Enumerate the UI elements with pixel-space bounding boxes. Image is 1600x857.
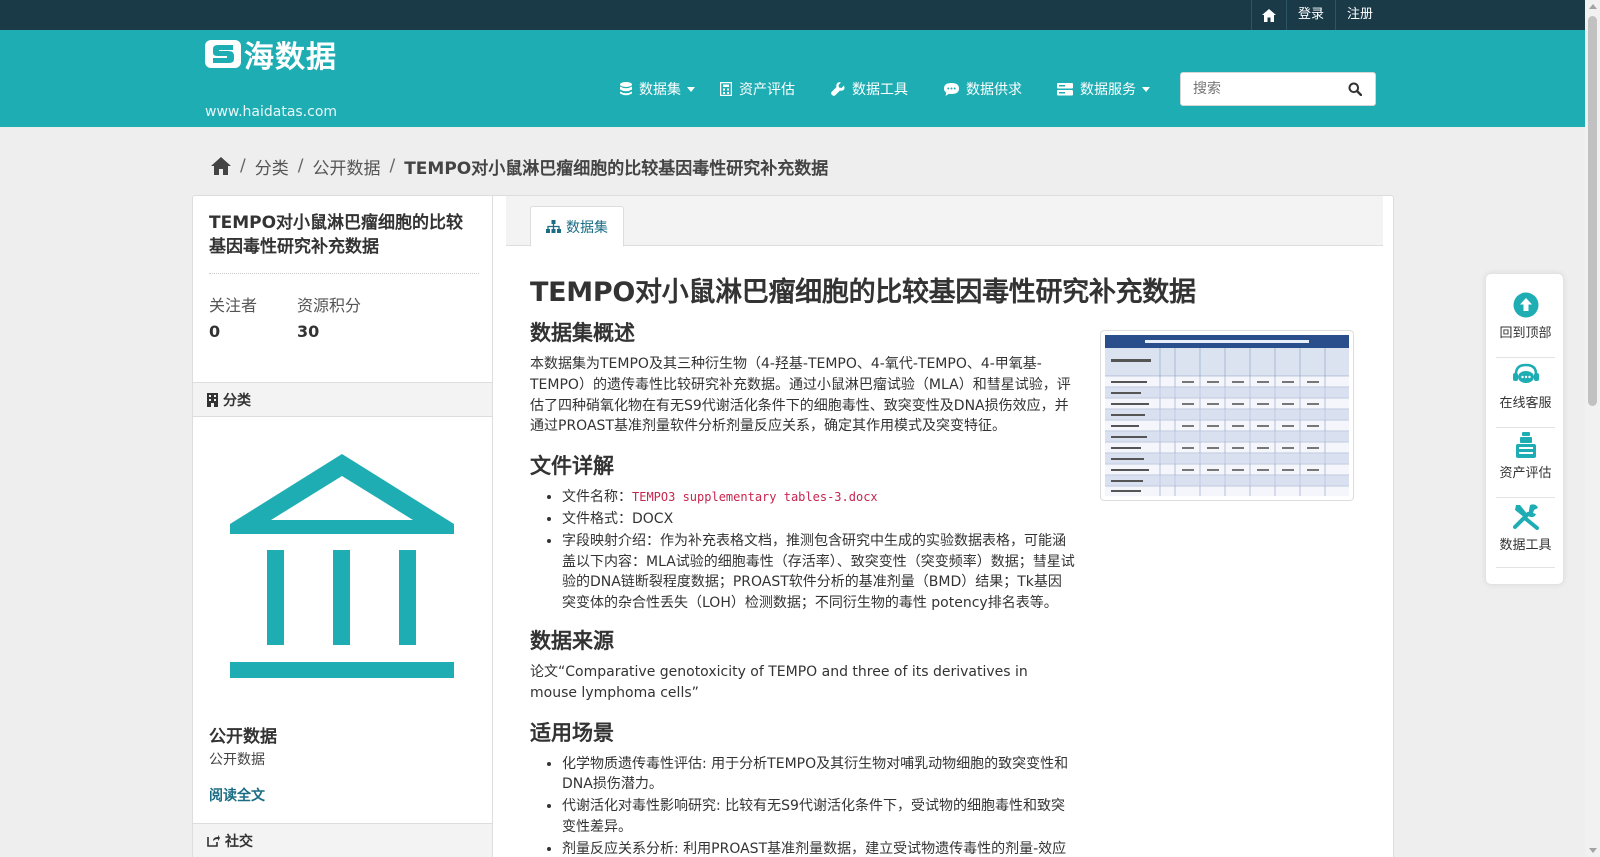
scroll-down-icon[interactable] [1589, 848, 1597, 853]
logo-mark-icon [205, 40, 241, 68]
floating-toolbar: 回到顶部 在线客服 资产评估 数据工具 [1485, 273, 1564, 585]
account-links: 登录 注册 [1251, 0, 1384, 30]
nav-asset-evaluation-label: 资产评估 [739, 82, 795, 98]
account-home-link[interactable] [1251, 0, 1286, 30]
breadcrumb-public-data[interactable]: 公开数据 [312, 154, 380, 179]
nav-data-services[interactable]: 数据服务 [1057, 73, 1150, 105]
search-icon [1348, 82, 1362, 96]
followers-label: 关注者 [209, 296, 258, 315]
comment-icon [944, 82, 959, 96]
read-more-link[interactable]: 阅读全文 [209, 785, 265, 805]
breadcrumb: / 分类 / 公开数据 / TEMPO对小鼠淋巴瘤细胞的比较基因毒性研究补充数据 [211, 152, 828, 180]
home-icon [1262, 8, 1276, 22]
social-section-heading: 社交 [193, 823, 492, 857]
file-name: TEMPO3 supplementary tables-3.docx [632, 490, 878, 505]
breadcrumb-categories[interactable]: 分类 [255, 154, 289, 179]
building-icon [207, 392, 218, 407]
list-item: 字段映射介绍：作为补充表格文档，推测包含研究中生成的实验数据表格，可能涵盖以下内… [562, 531, 1075, 614]
list-item: 代谢活化对毒性影响研究: 比较有无S9代谢活化条件下，受试物的细胞毒性和致突变性… [562, 796, 1075, 838]
register-link[interactable]: 注册 [1335, 0, 1384, 30]
share-icon [207, 835, 220, 847]
org-title: 公开数据 [209, 727, 277, 747]
list-item: 文件格式：DOCX [562, 509, 1075, 530]
data-source-text: 论文“Comparative genotoxicity of TEMPO and… [530, 663, 1028, 701]
file-details-list: 文件名称：TEMPO3 supplementary tables-3.docx … [530, 487, 1075, 614]
arrow-up-circle-icon [1513, 292, 1538, 318]
chat-support-icon [1512, 363, 1539, 383]
content-tabs: 数据集 [506, 196, 1383, 247]
tools-icon [1512, 504, 1539, 530]
float-asset-evaluation-button[interactable]: 资产评估 [1496, 432, 1555, 498]
search-input[interactable] [1181, 74, 1335, 104]
login-link[interactable]: 登录 [1286, 0, 1335, 30]
institution-icon[interactable] [229, 454, 455, 680]
site-url: www.haidatas.com [205, 104, 338, 120]
page-scrollbar[interactable] [1585, 0, 1600, 857]
overview-heading: 数据集概述 [530, 321, 635, 345]
data-source-heading: 数据来源 [530, 628, 614, 653]
nav-data-tools-label: 数据工具 [852, 82, 908, 98]
search-button[interactable] [1335, 73, 1375, 105]
server-icon [1057, 82, 1073, 95]
nav-asset-evaluation[interactable]: 资产评估 [720, 73, 795, 105]
back-to-top-label: 回到顶部 [1499, 326, 1552, 341]
scrollbar-thumb[interactable] [1588, 16, 1597, 406]
dataset-wrapper: TEMPO对小鼠淋巴瘤细胞的比较基因毒性研究补充数据 关注者 资源积分 0 30… [192, 195, 1394, 857]
sidebar-dataset-title: TEMPO对小鼠淋巴瘤细胞的比较基因毒性研究补充数据 [209, 213, 464, 257]
use-cases-list: 化学物质遗传毒性评估: 用于分析TEMPO及其衍生物对哺乳动物细胞的致突变性和D… [530, 754, 1075, 857]
nav-data-supply-label: 数据供求 [966, 82, 1022, 98]
float-data-tools-label: 数据工具 [1499, 538, 1552, 553]
overview-text: 本数据集为TEMPO及其三种衍生物（4-羟基-TEMPO、4-氧代-TEMPO、… [530, 356, 1071, 435]
file-name-label: 文件名称： [562, 489, 632, 506]
float-data-tools-button[interactable]: 数据工具 [1496, 502, 1555, 568]
breadcrumb-separator: / [240, 156, 246, 176]
nav-data-tools[interactable]: 数据工具 [831, 73, 908, 105]
dataset-preview-image[interactable] [1100, 330, 1354, 501]
database-icon [620, 82, 632, 96]
calculator-icon [720, 82, 732, 96]
nav-datasets[interactable]: 数据集 [620, 73, 695, 105]
sidebar: TEMPO对小鼠淋巴瘤细胞的比较基因毒性研究补充数据 关注者 资源积分 0 30… [193, 196, 493, 857]
list-item: 剂量反应关系分析: 利用PROAST基准剂量数据，建立受试物遗传毒性的剂量-效应… [562, 839, 1075, 857]
chevron-down-icon [1142, 86, 1150, 92]
org-description: 公开数据 [209, 752, 265, 768]
file-details-heading: 文件详解 [530, 454, 614, 479]
wrench-icon [831, 82, 845, 96]
nav-data-supply[interactable]: 数据供求 [944, 73, 1022, 105]
followers-value: 0 [209, 322, 221, 341]
online-support-label: 在线客服 [1499, 396, 1552, 411]
nav-data-services-label: 数据服务 [1080, 82, 1136, 98]
chevron-down-icon [687, 86, 695, 92]
dataset-description: 数据集概述 本数据集为TEMPO及其三种衍生物（4-羟基-TEMPO、4-氧代-… [530, 318, 1075, 857]
category-heading-label: 分类 [223, 392, 251, 409]
home-icon[interactable] [211, 157, 231, 175]
scroll-up-icon[interactable] [1589, 4, 1597, 9]
category-section-heading: 分类 [193, 382, 492, 417]
flask-icon [1515, 432, 1536, 458]
social-heading-label: 社交 [225, 833, 253, 850]
nav-datasets-label: 数据集 [639, 82, 681, 98]
sitemap-icon [546, 220, 561, 233]
sidebar-divider [209, 273, 479, 274]
search-box [1180, 72, 1376, 106]
logo-text: 海数据 [244, 40, 337, 75]
resource-points-label: 资源积分 [297, 296, 362, 315]
list-item: 化学物质遗传毒性评估: 用于分析TEMPO及其衍生物对哺乳动物细胞的致突变性和D… [562, 754, 1075, 796]
breadcrumb-separator: / [297, 156, 304, 176]
back-to-top-button[interactable]: 回到顶部 [1496, 292, 1555, 358]
table-preview-image [1105, 335, 1349, 496]
use-cases-heading: 适用场景 [530, 720, 614, 745]
breadcrumb-current[interactable]: TEMPO对小鼠淋巴瘤细胞的比较基因毒性研究补充数据 [404, 154, 828, 179]
tab-dataset[interactable]: 数据集 [530, 206, 624, 247]
account-bar: 登录 注册 [0, 0, 1585, 30]
float-asset-evaluation-label: 资产评估 [1499, 466, 1552, 481]
site-logo[interactable]: 海数据 [205, 32, 337, 76]
page-title: TEMPO对小鼠淋巴瘤细胞的比较基因毒性研究补充数据 [530, 277, 1196, 308]
online-support-button[interactable]: 在线客服 [1496, 362, 1555, 428]
list-item: 文件名称：TEMPO3 supplementary tables-3.docx [562, 487, 1075, 508]
tab-dataset-label: 数据集 [566, 219, 608, 236]
breadcrumb-separator: / [389, 156, 396, 176]
resource-points-value: 30 [297, 322, 320, 341]
